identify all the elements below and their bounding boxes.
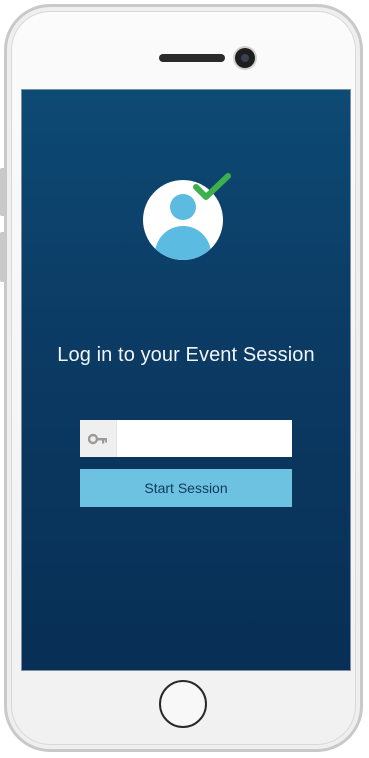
key-icon bbox=[80, 420, 117, 457]
start-session-button[interactable]: Start Session bbox=[80, 469, 292, 507]
volume-down-button bbox=[0, 232, 4, 282]
avatar-shoulders bbox=[155, 226, 211, 260]
volume-up-button bbox=[0, 168, 4, 216]
checkmark-icon bbox=[193, 173, 231, 200]
home-button bbox=[159, 680, 207, 728]
speaker-grille bbox=[159, 54, 225, 62]
app-screen: Log in to your Event Session Start Sessi… bbox=[21, 89, 351, 671]
session-code-input[interactable] bbox=[117, 420, 292, 457]
page-title: Log in to your Event Session bbox=[57, 344, 315, 366]
session-code-field[interactable] bbox=[80, 420, 292, 457]
front-camera bbox=[235, 48, 255, 68]
